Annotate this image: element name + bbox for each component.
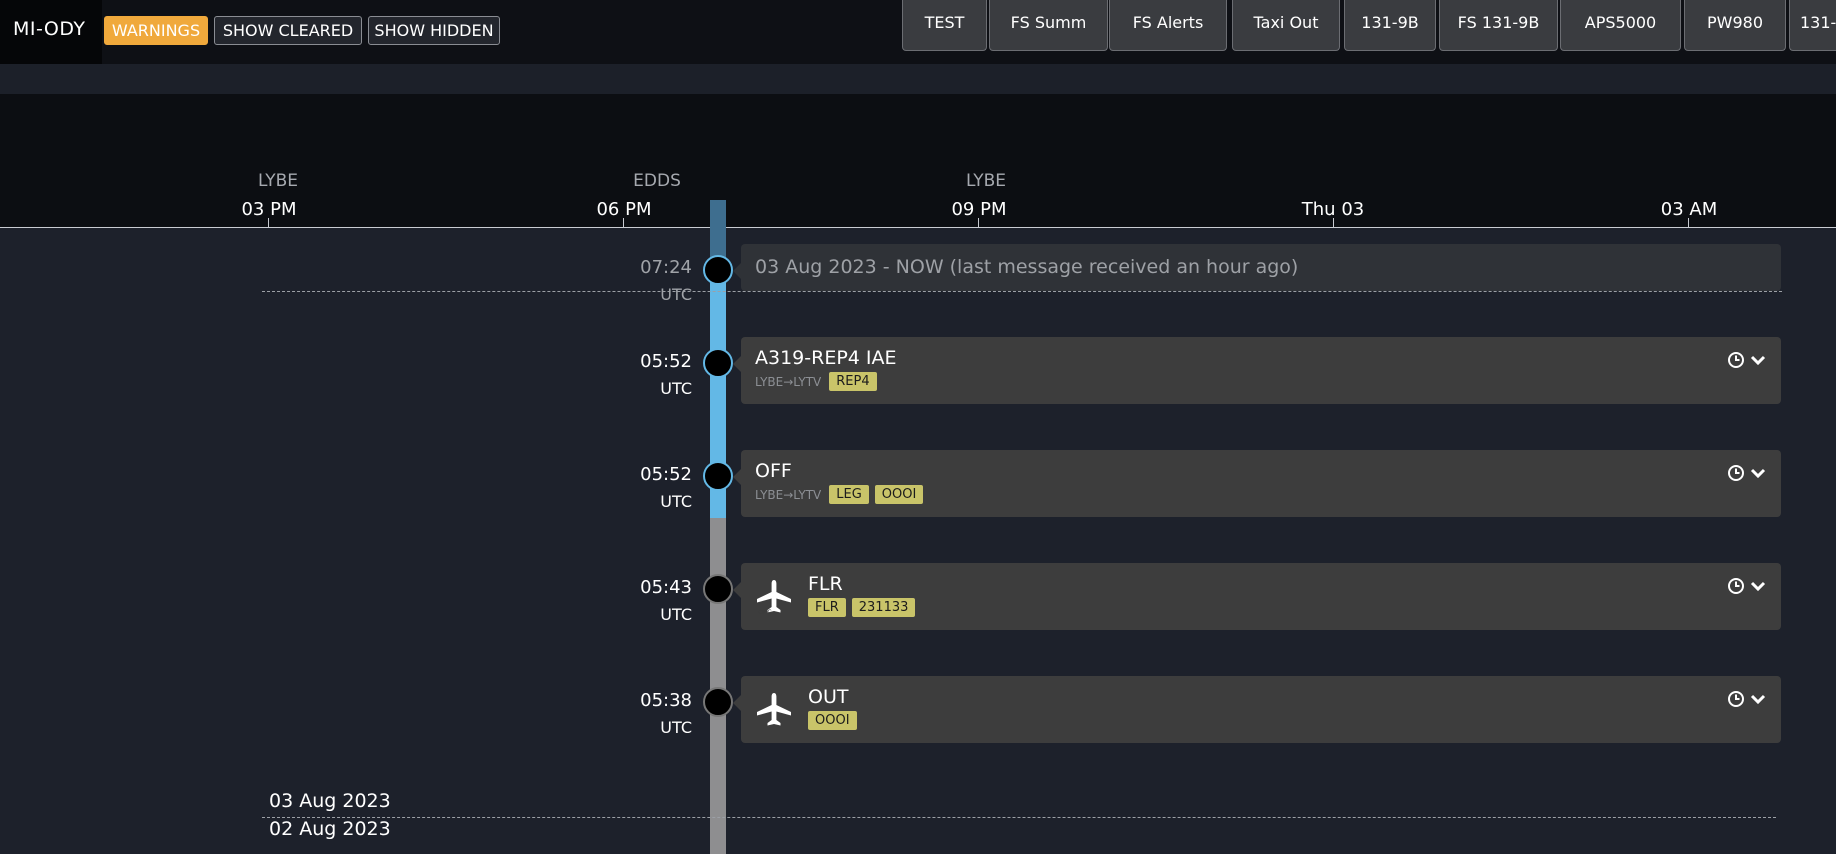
event-title: OFF [755,460,792,482]
event-timezone: UTC [660,605,692,624]
chevron-down-icon[interactable] [1749,577,1767,595]
event-time: 05:52 UTC [600,351,692,400]
axis-location-label: LYBE [965,171,1006,191]
day-divider [262,817,1776,818]
warnings-button[interactable]: WARNINGS [104,16,208,45]
tab-fs-131-9b[interactable]: FS 131-9B [1439,0,1558,51]
event-badge: LEG [829,485,869,504]
event-badge: OOOI [808,711,857,730]
event-title: A319-REP4 IAE [755,347,897,369]
now-card: 03 Aug 2023 - NOW (last message received… [733,244,1781,291]
tab-fs-summ[interactable]: FS Summ [989,0,1108,51]
event-time: 07:24 UTC [600,257,692,306]
timeline-node[interactable] [703,461,733,491]
axis-time-label: 06 PM [596,199,652,220]
event-actions [1727,577,1767,595]
event-card[interactable]: CMC FLR FLR 231133 [733,563,1781,630]
tab-fs-alerts[interactable]: FS Alerts [1109,0,1227,51]
timeline-node[interactable] [703,687,733,717]
plane-fault-icon: CMC [757,580,791,616]
now-status-text: 03 Aug 2023 - NOW (last message received… [755,256,1299,278]
tab-pw980[interactable]: PW980 [1684,0,1786,51]
event-badge: FLR [808,598,846,617]
axis-time-label: 03 AM [1660,199,1718,220]
event-meta: FLR 231133 [808,598,916,617]
event-route: LYBE→LYTV [755,374,822,389]
svg-text:CMC: CMC [758,609,772,616]
event-actions [1727,464,1767,482]
clock-icon[interactable] [1727,351,1745,369]
event-time-value: 05:38 [640,690,692,711]
event-badge: OOOI [874,485,924,504]
event-meta: LYBE→LYTV LEG OOOI [755,485,924,504]
axis-time-label: Thu 03 [1301,199,1365,220]
event-time-value: 05:43 [640,577,692,598]
event-actions [1727,690,1767,708]
event-time-value: 07:24 [640,257,692,278]
event-time: 05:52 UTC [600,464,692,513]
event-title: OUT [808,686,849,708]
clock-icon[interactable] [1727,577,1745,595]
axis-time-label: 09 PM [951,199,1007,220]
sub-bar [0,64,1836,94]
now-divider [262,291,1782,292]
event-timezone: UTC [660,379,692,398]
event-meta: LYBE→LYTV REP4 [755,372,877,391]
event-badge: REP4 [829,372,877,391]
day-label-below: 02 Aug 2023 [269,818,391,840]
chevron-down-icon[interactable] [1749,464,1767,482]
event-timezone: UTC [660,492,692,511]
show-hidden-button[interactable]: SHOW HIDDEN [368,16,500,45]
event-meta: OOOI [808,711,857,730]
event-timezone: UTC [660,718,692,737]
aircraft-id: MI-ODY [0,0,102,64]
timeline-node[interactable] [703,574,733,604]
event-title: FLR [808,573,843,595]
timeline-node[interactable] [703,348,733,378]
time-axis-line [0,227,1836,228]
event-time: 05:38 UTC [600,690,692,739]
event-time-value: 05:52 [640,464,692,485]
clock-icon[interactable] [1727,690,1745,708]
event-route: LYBE→LYTV [755,487,822,502]
chevron-down-icon[interactable] [1749,351,1767,369]
tab-131-partial[interactable]: 131- [1789,0,1836,51]
event-card[interactable]: OUT OOOI [733,676,1781,743]
tab-taxi-out[interactable]: Taxi Out [1232,0,1340,51]
top-bar: MI-ODY WARNINGS SHOW CLEARED SHOW HIDDEN… [0,0,1836,64]
tab-131-9b[interactable]: 131-9B [1344,0,1436,51]
event-actions [1727,351,1767,369]
show-cleared-button[interactable]: SHOW CLEARED [214,16,362,45]
timeline-node [703,255,733,285]
axis-location-label: EDDS [633,171,681,191]
event-card[interactable]: A319-REP4 IAE LYBE→LYTV REP4 [733,337,1781,404]
tab-test[interactable]: TEST [902,0,987,51]
event-timezone: UTC [660,285,692,304]
event-badge: 231133 [851,598,916,617]
tab-aps5000[interactable]: APS5000 [1560,0,1681,51]
event-time: 05:43 UTC [600,577,692,626]
event-card[interactable]: OFF LYBE→LYTV LEG OOOI [733,450,1781,517]
axis-time-label: 03 PM [241,199,297,220]
event-time-value: 05:52 [640,351,692,372]
chevron-down-icon[interactable] [1749,690,1767,708]
clock-icon[interactable] [1727,464,1745,482]
plane-icon [757,693,791,726]
axis-location-label: LYBE [257,171,298,191]
day-label-above: 03 Aug 2023 [269,790,391,812]
